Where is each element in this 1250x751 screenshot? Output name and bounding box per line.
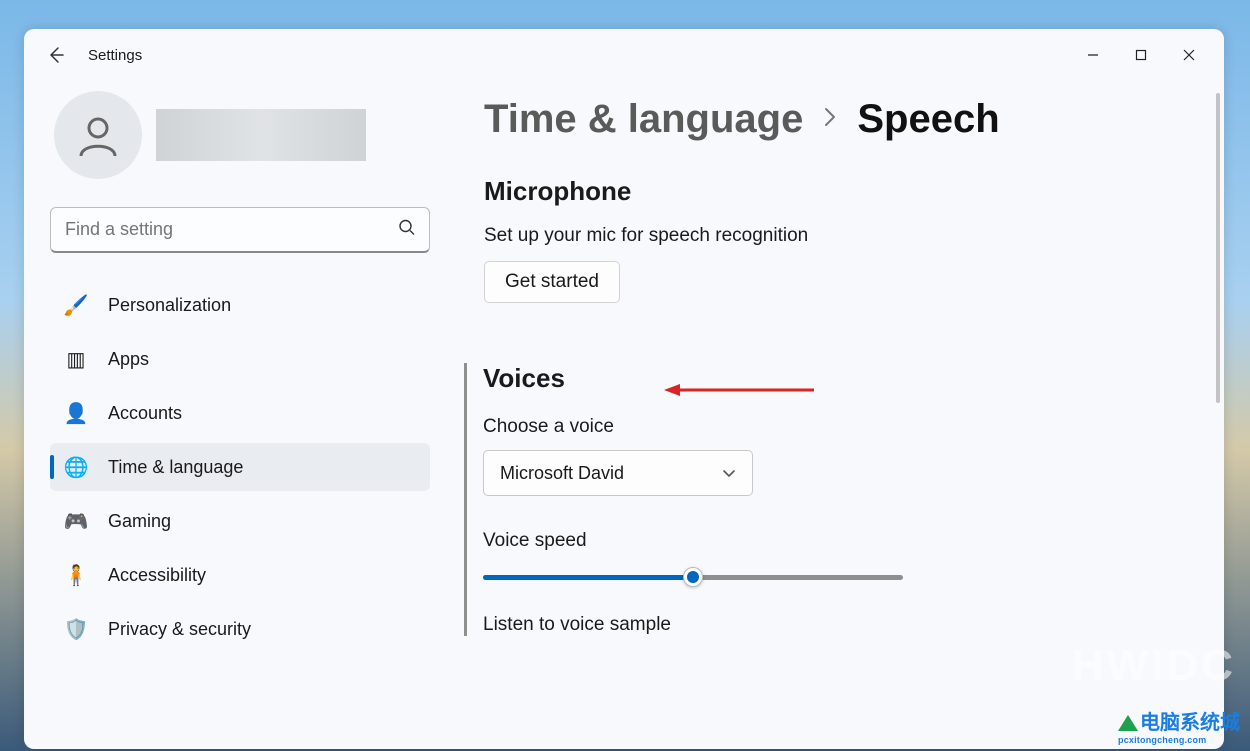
sidebar-item-personalization[interactable]: 🖌️ Personalization	[50, 281, 430, 329]
settings-window: Settings	[24, 29, 1224, 749]
window-body: 🖌️ Personalization ▥ Apps 👤 Accounts 🌐 T…	[24, 81, 1224, 749]
minimize-button[interactable]	[1070, 39, 1116, 71]
microphone-description: Set up your mic for speech recognition	[484, 225, 1188, 247]
sidebar-item-label: Privacy & security	[108, 619, 251, 640]
accessibility-icon: 🧍	[64, 563, 88, 587]
voice-dropdown[interactable]: Microsoft David	[483, 450, 753, 496]
gamepad-icon: 🎮	[64, 509, 88, 533]
sidebar-item-label: Apps	[108, 349, 149, 370]
breadcrumb: Time & language Speech	[484, 97, 1188, 142]
slider-fill	[483, 575, 693, 580]
person-icon	[73, 110, 123, 160]
close-icon	[1183, 49, 1195, 61]
slider-thumb[interactable]	[683, 567, 703, 587]
username-redacted	[156, 109, 366, 161]
chevron-down-icon	[722, 463, 736, 484]
back-button[interactable]	[36, 35, 76, 75]
breadcrumb-parent[interactable]: Time & language	[484, 97, 803, 142]
sidebar-item-time-language[interactable]: 🌐 Time & language	[50, 443, 430, 491]
sidebar-item-label: Accounts	[108, 403, 182, 424]
search-wrap	[50, 207, 430, 253]
chevron-right-icon	[823, 106, 837, 134]
main-content: Time & language Speech Microphone Set up…	[456, 81, 1224, 749]
get-started-button[interactable]: Get started	[484, 261, 620, 303]
sidebar-item-accessibility[interactable]: 🧍 Accessibility	[50, 551, 430, 599]
app-title: Settings	[88, 47, 142, 64]
voice-speed-label: Voice speed	[483, 530, 1188, 552]
profile-block[interactable]	[50, 91, 430, 179]
sidebar-item-accounts[interactable]: 👤 Accounts	[50, 389, 430, 437]
microphone-section: Microphone Set up your mic for speech re…	[484, 176, 1188, 303]
search-icon	[398, 219, 416, 242]
arrow-left-icon	[46, 45, 66, 65]
voices-section: Voices Choose a voice Microsoft David Vo…	[464, 363, 1188, 636]
maximize-button[interactable]	[1118, 39, 1164, 71]
breadcrumb-current: Speech	[857, 97, 999, 142]
sidebar-item-label: Accessibility	[108, 565, 206, 586]
choose-voice-label: Choose a voice	[483, 416, 1188, 438]
microphone-title: Microphone	[484, 176, 1188, 207]
voice-sample-label: Listen to voice sample	[483, 614, 1188, 636]
search-input[interactable]	[50, 207, 430, 253]
sidebar-item-gaming[interactable]: 🎮 Gaming	[50, 497, 430, 545]
sidebar-item-label: Gaming	[108, 511, 171, 532]
paintbrush-icon: 🖌️	[64, 293, 88, 317]
globe-icon: 🌐	[64, 455, 88, 479]
maximize-icon	[1135, 49, 1147, 61]
sidebar-item-label: Time & language	[108, 457, 243, 478]
avatar	[54, 91, 142, 179]
voices-title: Voices	[483, 363, 1188, 394]
sidebar-item-label: Personalization	[108, 295, 231, 316]
voice-speed-slider[interactable]	[483, 566, 903, 588]
minimize-icon	[1087, 49, 1099, 61]
apps-icon: ▥	[64, 347, 88, 371]
sidebar: 🖌️ Personalization ▥ Apps 👤 Accounts 🌐 T…	[24, 81, 456, 749]
nav-list: 🖌️ Personalization ▥ Apps 👤 Accounts 🌐 T…	[50, 281, 430, 749]
sidebar-item-apps[interactable]: ▥ Apps	[50, 335, 430, 383]
close-button[interactable]	[1166, 39, 1212, 71]
voice-selected: Microsoft David	[500, 463, 624, 484]
shield-icon: 🛡️	[64, 617, 88, 641]
person-small-icon: 👤	[64, 401, 88, 425]
sidebar-item-privacy-security[interactable]: 🛡️ Privacy & security	[50, 605, 430, 653]
window-controls	[1070, 39, 1212, 71]
scrollbar[interactable]	[1216, 93, 1220, 403]
titlebar: Settings	[24, 29, 1224, 81]
